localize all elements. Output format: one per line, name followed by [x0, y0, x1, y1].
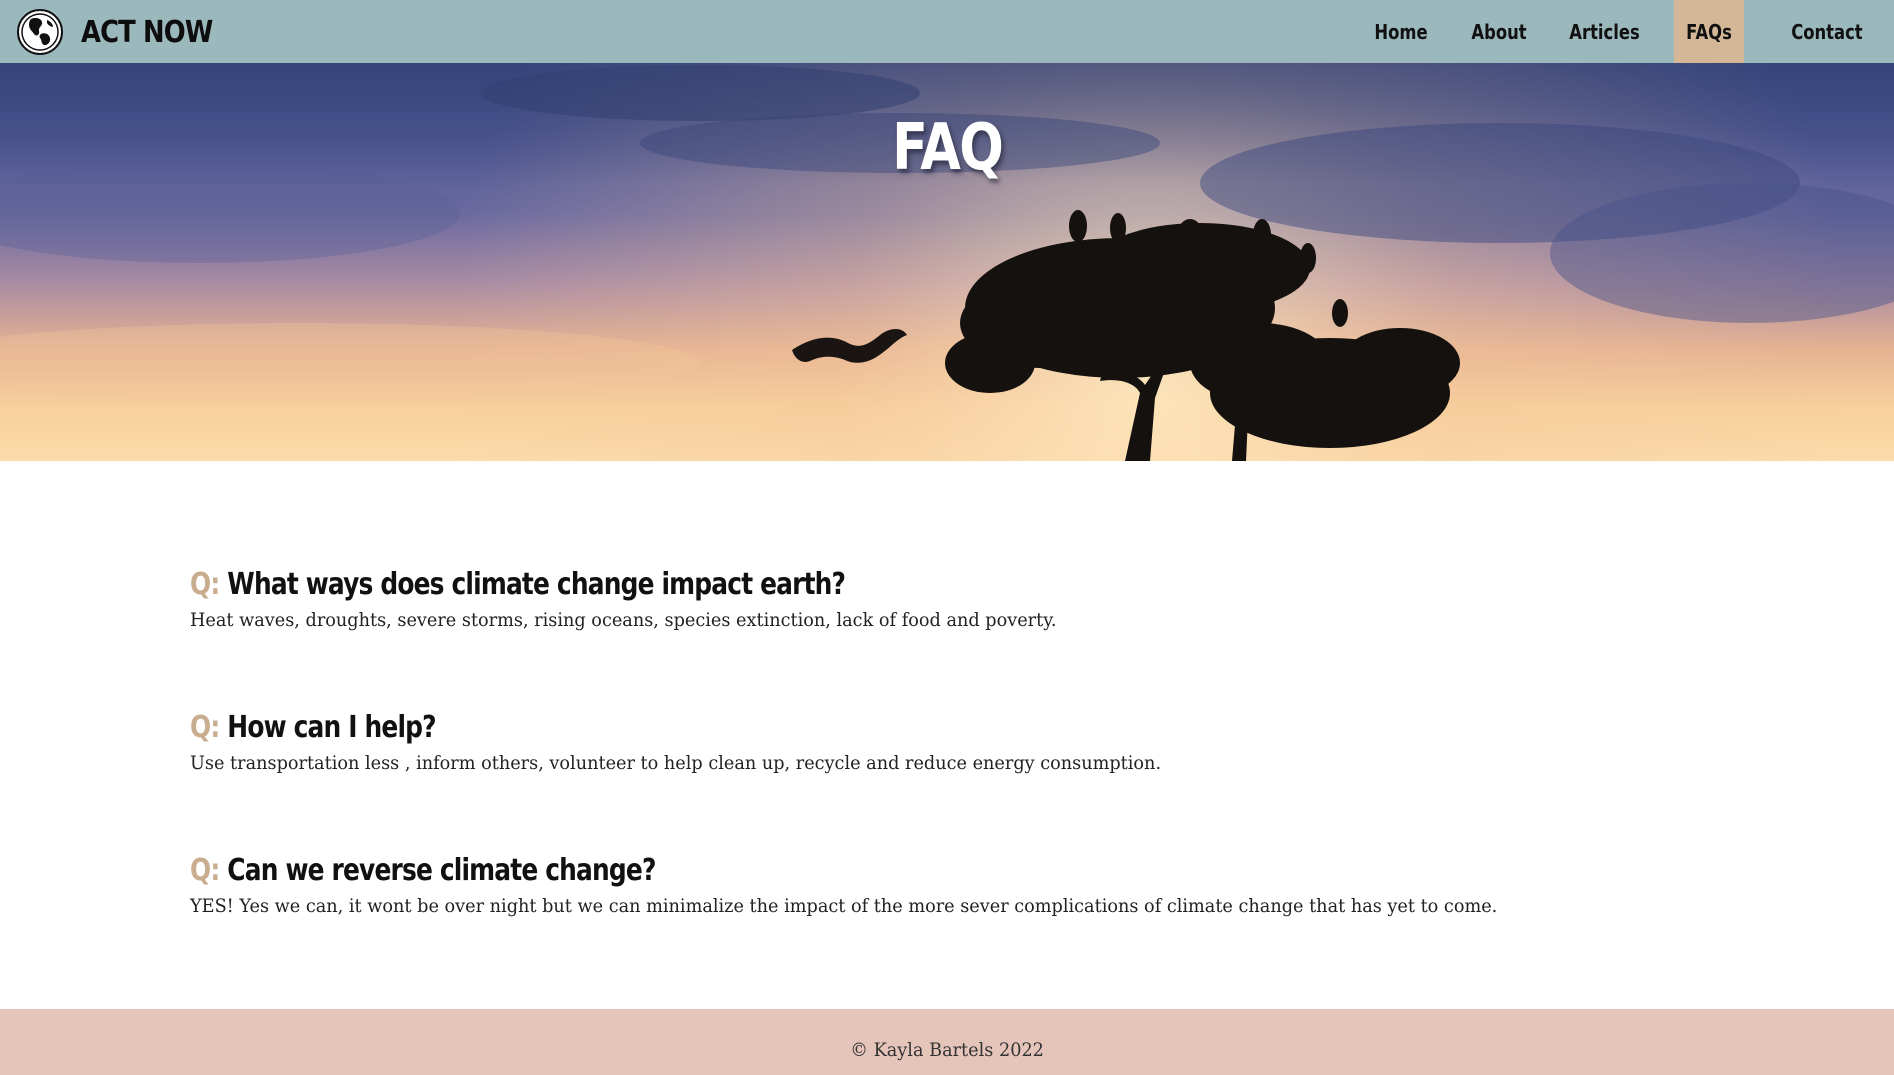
faq-question-text: Can we reverse climate change?	[227, 853, 656, 888]
brand-name: ACT NOW	[81, 14, 213, 50]
nav-item-home[interactable]: Home	[1374, 0, 1428, 63]
faq-answer: YES! Yes we can, it wont be over night b…	[190, 895, 1498, 917]
footer: © Kayla Bartels 2022	[0, 1009, 1894, 1075]
faq-question-text: How can I help?	[227, 710, 436, 745]
nav-item-contact[interactable]: Contact	[1791, 0, 1862, 63]
faq-question-prefix: Q:	[190, 710, 220, 745]
nav-item-about[interactable]: About	[1471, 0, 1526, 63]
faq-question-text: What ways does climate change impact ear…	[227, 567, 846, 602]
brand-link[interactable]: ACT NOW	[17, 9, 234, 55]
nav-item-articles[interactable]: Articles	[1569, 0, 1639, 63]
hero-banner: FAQ	[0, 63, 1894, 461]
faq-answer: Heat waves, droughts, severe storms, ris…	[190, 609, 1057, 631]
footer-copyright: © Kayla Bartels 2022	[850, 1039, 1044, 1061]
globe-icon	[17, 9, 63, 55]
faq-question-prefix: Q:	[190, 853, 220, 888]
faq-question: Q: What ways does climate change impact …	[190, 565, 1485, 605]
navbar: ACT NOW Home About Articles FAQs Contact	[0, 0, 1894, 63]
faq-question: Q: How can I help?	[190, 708, 1485, 748]
faq-question-prefix: Q:	[190, 567, 220, 602]
faq-item: Q: How can I help? Use transportation le…	[190, 708, 1750, 851]
faq-item: Q: What ways does climate change impact …	[190, 565, 1750, 708]
faq-answer: Use transportation less , inform others,…	[190, 752, 1162, 774]
faq-question: Q: Can we reverse climate change?	[190, 851, 1485, 891]
nav-item-faqs[interactable]: FAQs	[1680, 0, 1737, 63]
faq-list: Q: What ways does climate change impact …	[190, 565, 1750, 994]
faq-item: Q: Can we reverse climate change? YES! Y…	[190, 851, 1750, 994]
page-title: FAQ	[891, 111, 1004, 185]
